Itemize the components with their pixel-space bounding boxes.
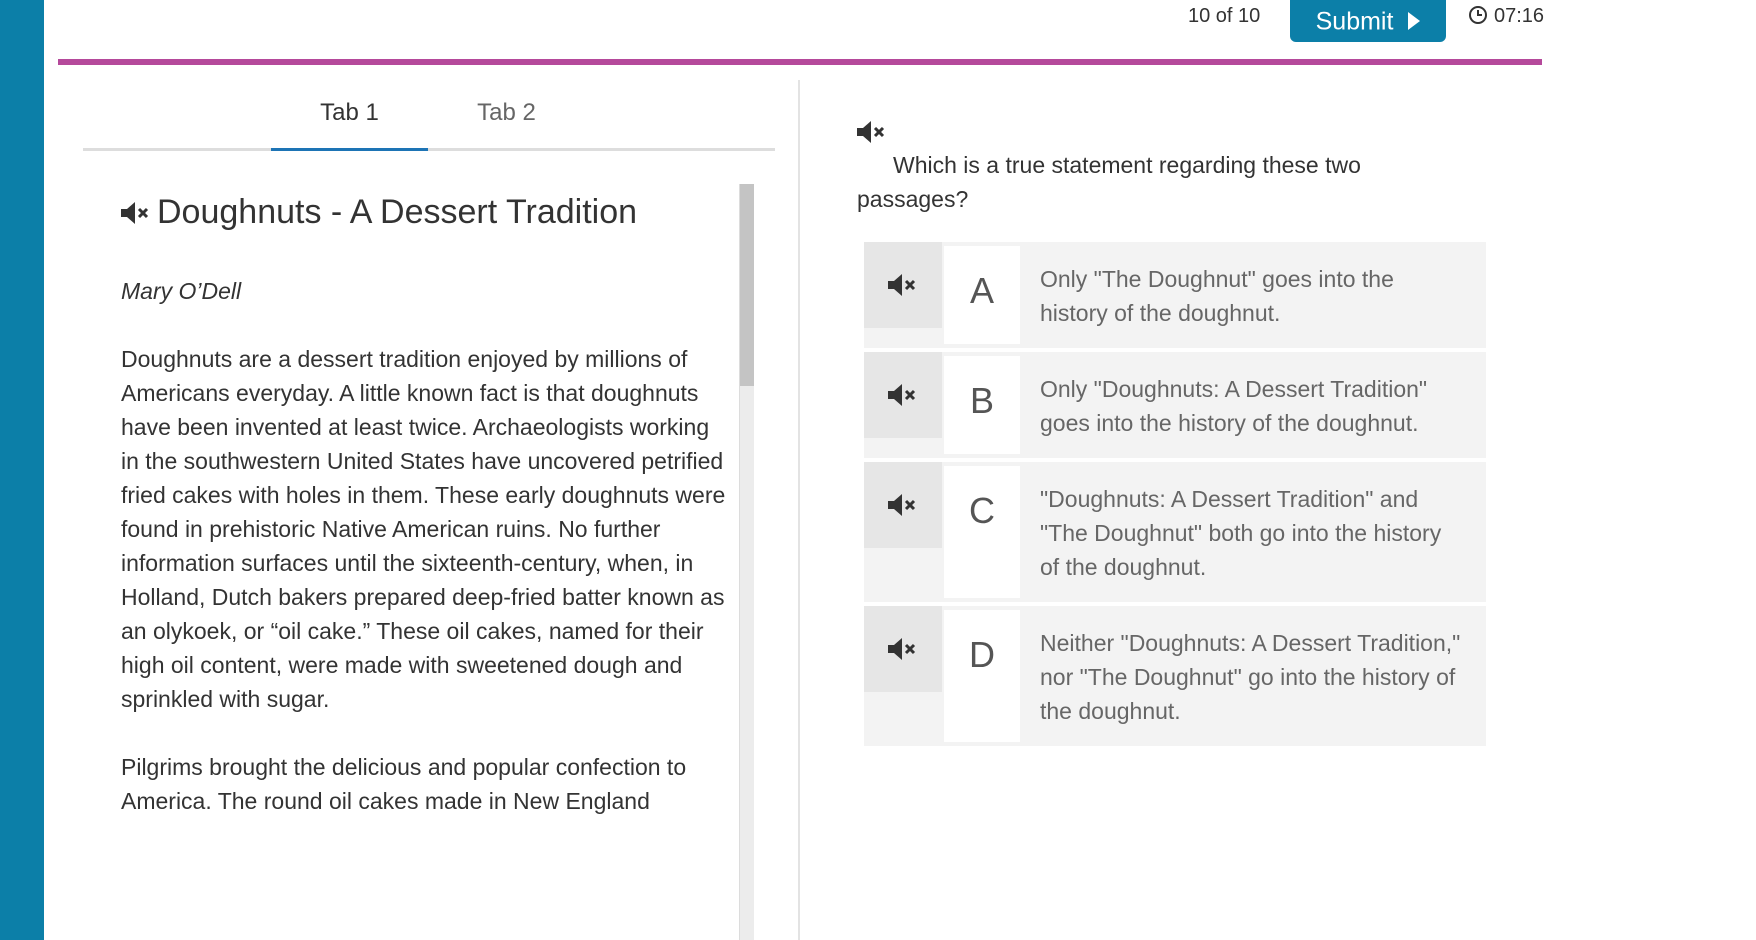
submit-button-label: Submit	[1315, 7, 1394, 36]
timer-value: 07:16	[1494, 5, 1545, 27]
speaker-muted-icon[interactable]	[864, 462, 942, 548]
speaker-muted-icon[interactable]	[864, 606, 942, 692]
speaker-muted-icon[interactable]	[864, 242, 942, 328]
scrollbar-thumb[interactable]	[740, 184, 754, 386]
passage: Doughnuts - A Dessert Tradition Mary O’D…	[121, 180, 731, 818]
tab-2[interactable]: Tab 2	[428, 82, 585, 148]
passage-tabs: Tab 1 Tab 2	[83, 82, 775, 151]
play-triangle-icon	[1408, 12, 1421, 31]
passage-author: Mary O’Dell	[121, 278, 242, 304]
answer-option-d[interactable]: D Neither "Doughnuts: A Dessert Traditio…	[864, 606, 1486, 746]
speaker-muted-icon[interactable]	[121, 188, 151, 240]
answer-letter: B	[944, 356, 1020, 454]
timer: 07:16	[1468, 5, 1544, 28]
passage-paragraph: Doughnuts are a dessert tradition enjoye…	[121, 346, 726, 712]
answer-choices: A Only "The Doughnut" goes into the hist…	[864, 242, 1486, 750]
passage-scrollbar[interactable]	[739, 184, 754, 940]
tab-1[interactable]: Tab 1	[271, 82, 428, 151]
question-text: Which is a true statement regarding thes…	[857, 152, 1361, 212]
answer-letter: C	[944, 466, 1020, 598]
submit-button[interactable]: Submit	[1290, 0, 1446, 42]
question-progress: 10 of 10	[1188, 5, 1261, 27]
clock-icon	[1469, 6, 1487, 24]
answer-option-a[interactable]: A Only "The Doughnut" goes into the hist…	[864, 242, 1486, 348]
answer-option-c[interactable]: C "Doughnuts: A Dessert Tradition" and "…	[864, 462, 1486, 602]
passage-paragraph: Pilgrims brought the delicious and popul…	[121, 754, 687, 814]
speaker-muted-icon[interactable]	[864, 352, 942, 438]
answer-text: Only "Doughnuts: A Dessert Tradition" go…	[1040, 376, 1428, 436]
pane-divider[interactable]	[798, 80, 800, 940]
speaker-muted-icon[interactable]	[857, 120, 887, 149]
answer-text: Only "The Doughnut" goes into the histor…	[1040, 266, 1394, 326]
answer-letter: A	[944, 246, 1020, 344]
answer-option-b[interactable]: B Only "Doughnuts: A Dessert Tradition" …	[864, 352, 1486, 458]
passage-title-text: Doughnuts - A Dessert Tradition	[157, 193, 638, 231]
left-sidebar	[0, 0, 44, 940]
passage-title: Doughnuts - A Dessert Tradition	[121, 186, 731, 240]
answer-text: "Doughnuts: A Dessert Tradition" and "Th…	[1040, 486, 1442, 580]
answer-text: Neither "Doughnuts: A Dessert Tradition,…	[1040, 630, 1461, 724]
header-accent-line	[58, 59, 1542, 65]
answer-letter: D	[944, 610, 1020, 742]
